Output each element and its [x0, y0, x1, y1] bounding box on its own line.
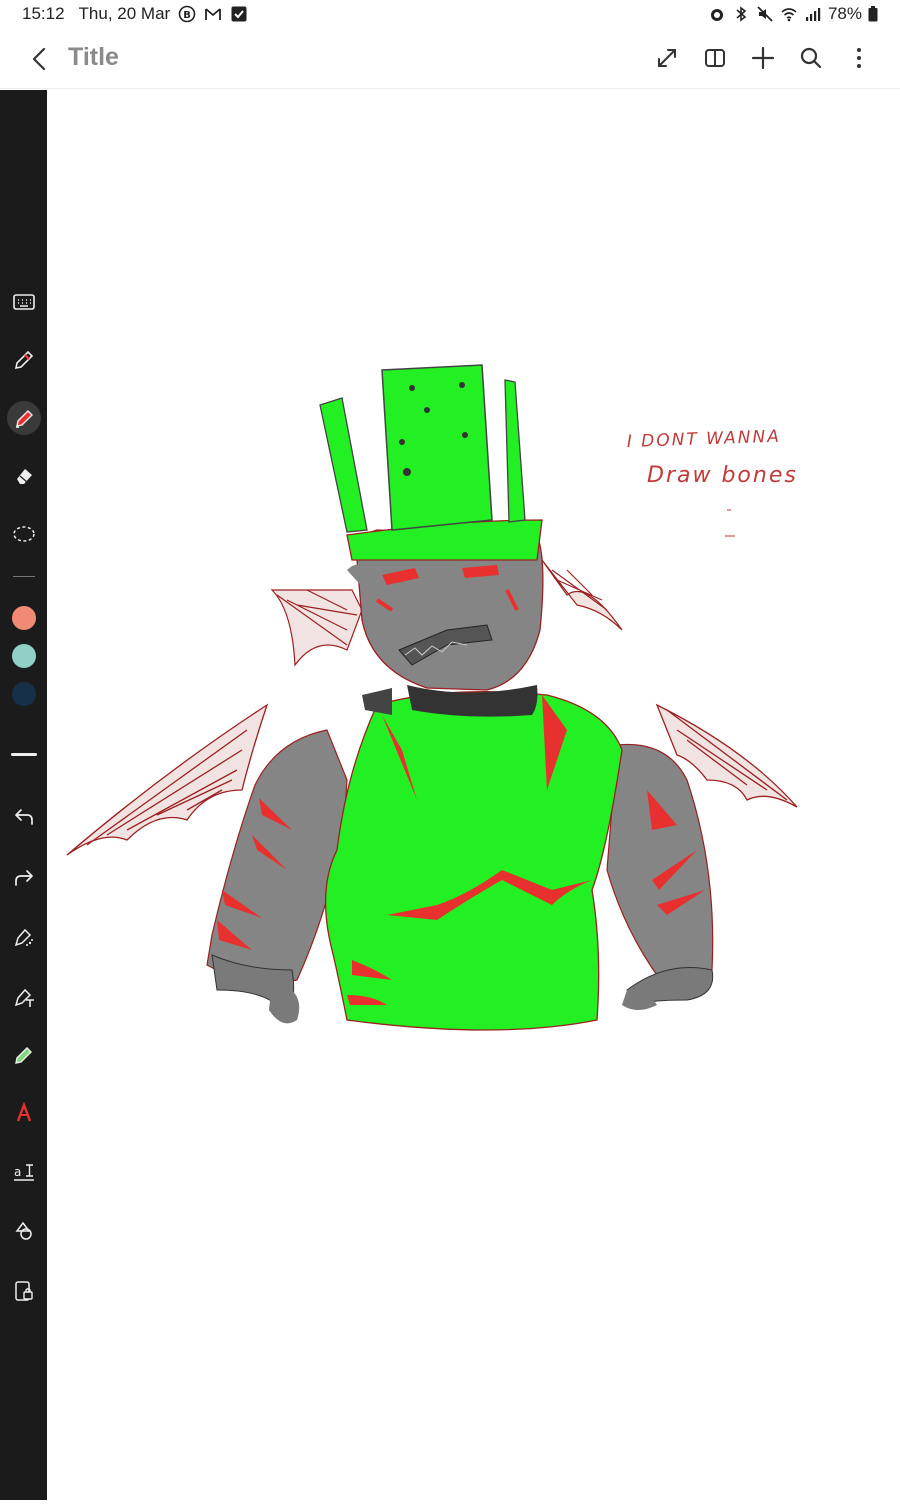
text-pen-tool[interactable]	[7, 980, 41, 1014]
check-square-icon	[231, 6, 247, 22]
wing-top-right	[541, 559, 623, 631]
mute-icon	[757, 6, 773, 22]
keyboard-tool[interactable]	[7, 285, 41, 319]
app-bar: Title	[0, 30, 900, 89]
highlighter-icon	[16, 410, 33, 428]
lasso-icon	[13, 526, 35, 542]
lasso-tool[interactable]	[7, 518, 41, 552]
status-time: 15:12	[22, 4, 65, 23]
signal-icon	[805, 8, 821, 21]
wing-left	[66, 703, 269, 856]
svg-text:B: B	[183, 10, 191, 21]
text-pen-icon	[14, 988, 34, 1007]
shapes-tool[interactable]	[7, 1214, 41, 1248]
status-bar: 15:12 Thu, 20 Mar B 78%	[0, 0, 900, 30]
gmail-icon	[205, 8, 222, 20]
undo-button[interactable]	[7, 800, 41, 834]
note-title[interactable]: Title	[68, 43, 119, 72]
undo-icon	[15, 809, 33, 825]
arm-right	[606, 743, 714, 1010]
lock-page-icon	[15, 1281, 33, 1301]
ink-to-text-icon	[16, 1102, 32, 1122]
book-view-icon	[705, 49, 725, 67]
shape-pen-tool[interactable]	[7, 920, 41, 954]
redo-button[interactable]	[7, 861, 41, 895]
ink-to-text-tool[interactable]	[7, 1096, 41, 1130]
add-page-button[interactable]	[750, 44, 776, 72]
highlighter-tool[interactable]	[7, 401, 41, 435]
alarm-icon	[710, 9, 723, 21]
text-size-icon: a	[14, 1164, 34, 1181]
battery-icon	[868, 6, 878, 22]
color-swatch-2[interactable]	[12, 644, 36, 668]
expand-icon	[658, 49, 676, 67]
b-circle-icon: B	[178, 5, 196, 23]
torso	[324, 685, 623, 1031]
note-line-1: I DONT WANNA	[626, 427, 781, 452]
book-view-button[interactable]	[702, 44, 728, 72]
pen-icon	[14, 350, 34, 370]
svg-text:a: a	[14, 1165, 21, 1179]
handwritten-note: I DONT WANNA Draw bones	[626, 427, 798, 537]
keyboard-icon	[13, 294, 35, 310]
lock-page-tool[interactable]	[7, 1274, 41, 1308]
wifi-icon	[781, 8, 797, 22]
pencil-icon	[15, 1047, 32, 1064]
drawing-canvas[interactable]: I DONT WANNA Draw bones	[47, 90, 900, 1500]
more-button[interactable]	[846, 44, 872, 72]
status-date: Thu, 20 Mar	[78, 4, 171, 23]
eraser-icon	[17, 469, 32, 484]
toolbar-divider	[13, 576, 35, 577]
shapes-icon	[15, 1221, 32, 1240]
pen-tool[interactable]	[7, 343, 41, 377]
shape-pen-icon	[14, 928, 33, 947]
wing-top-left	[270, 589, 363, 667]
more-icon	[857, 48, 861, 68]
color-swatch-3[interactable]	[12, 682, 36, 706]
expand-button[interactable]	[654, 44, 680, 72]
pen-toolbar: a	[0, 90, 47, 1500]
text-size-tool[interactable]: a	[7, 1155, 41, 1189]
battery-percent: 78%	[827, 4, 862, 23]
search-icon	[800, 47, 822, 69]
back-icon[interactable]	[26, 44, 54, 74]
bluetooth-icon	[736, 6, 747, 22]
note-line-2: Draw bones	[647, 463, 798, 488]
eraser-tool[interactable]	[7, 459, 41, 493]
drawing: I DONT WANNA Draw bones	[66, 364, 798, 1031]
search-button[interactable]	[798, 44, 824, 72]
stroke-width-indicator[interactable]	[11, 753, 37, 756]
color-swatch-1[interactable]	[12, 606, 36, 630]
bucket-hat	[319, 364, 543, 561]
pencil-tool[interactable]	[7, 1038, 41, 1072]
add-icon	[751, 46, 775, 70]
redo-icon	[15, 870, 33, 886]
